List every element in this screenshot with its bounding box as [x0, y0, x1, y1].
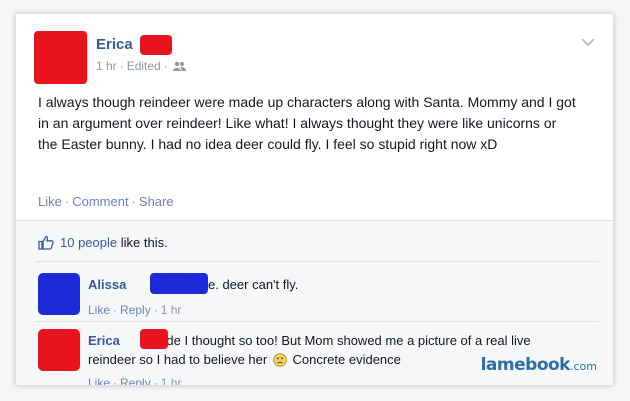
post-meta: 1 hr · Edited ·	[96, 59, 186, 73]
friends-icon[interactable]	[172, 61, 186, 71]
divider	[36, 261, 599, 262]
action-separator: ·	[113, 376, 118, 386]
meta-separator: ·	[119, 59, 124, 73]
frown-emoji-icon	[273, 353, 287, 367]
comment-actions: Like · Reply · 1 hr	[88, 303, 181, 317]
watermark-tld: .com	[570, 360, 597, 373]
action-separator: ·	[153, 376, 158, 386]
author-name-text[interactable]: Erica	[96, 36, 133, 53]
author-avatar[interactable]	[34, 31, 87, 84]
comment-time[interactable]: 1 hr	[161, 376, 182, 385]
commenter-name[interactable]: Erica	[88, 333, 120, 348]
commenter-name[interactable]: Alissa	[88, 277, 126, 292]
chevron-down-icon[interactable]	[581, 37, 595, 47]
comment-text-end: Concrete evidence	[292, 352, 401, 367]
comment-actions: Like · Reply · 1 hr	[88, 376, 182, 386]
lamebook-watermark: lamebook.com	[481, 355, 597, 375]
redaction-mark	[140, 35, 172, 55]
action-separator: ·	[153, 303, 158, 317]
action-separator: ·	[131, 194, 136, 209]
post-card: Erica 1 hr · Edited · I always though re…	[15, 13, 614, 386]
comment-reply-link[interactable]: Reply	[120, 303, 151, 317]
post-actions: Like · Comment · Share	[38, 194, 174, 209]
thumbs-up-icon	[38, 235, 54, 250]
comment-like-link[interactable]: Like	[88, 303, 110, 317]
likes-summary: 10 people like this.	[38, 235, 168, 250]
redaction-mark	[150, 273, 208, 294]
comment-link[interactable]: Comment	[72, 194, 128, 209]
like-link[interactable]: Like	[38, 194, 62, 209]
comment-like-link[interactable]: Like	[88, 376, 110, 385]
likes-count[interactable]: 10 people	[60, 235, 117, 250]
share-link[interactable]: Share	[139, 194, 174, 209]
redaction-mark	[140, 329, 168, 349]
divider	[36, 321, 599, 322]
commenter-avatar[interactable]	[38, 273, 80, 315]
edited-label[interactable]: Edited	[127, 59, 161, 73]
action-separator: ·	[64, 194, 70, 209]
comment-time[interactable]: 1 hr	[161, 303, 182, 317]
post-time[interactable]: 1 hr	[96, 59, 117, 73]
commenter-avatar[interactable]	[38, 329, 80, 371]
author-name[interactable]: Erica	[96, 36, 133, 53]
post-body: I always though reindeer were made up ch…	[38, 94, 576, 152]
meta-separator: ·	[163, 59, 168, 73]
likes-suffix: like this.	[120, 235, 168, 250]
watermark-brand: lamebook	[480, 355, 571, 375]
comment-reply-link[interactable]: Reply	[120, 376, 151, 385]
feedback-section: 10 people like this. Alissa babe. deer ca…	[16, 220, 613, 386]
action-separator: ·	[113, 303, 118, 317]
